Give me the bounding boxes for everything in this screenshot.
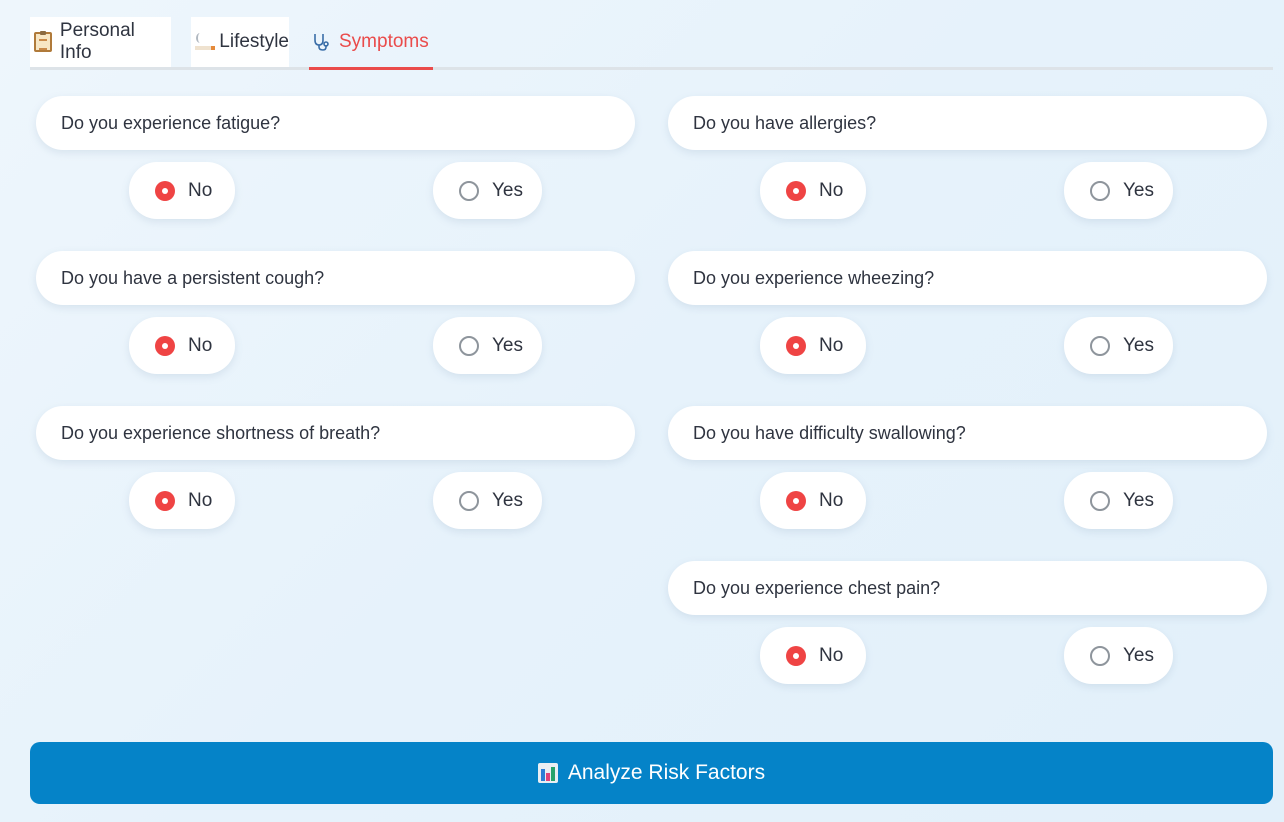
option-label: No xyxy=(819,644,844,666)
option-label: No xyxy=(188,179,213,201)
tab-label: Lifestyle xyxy=(219,31,289,52)
question-text: Do you have a persistent cough? xyxy=(61,267,325,288)
cigarette-icon xyxy=(194,32,216,52)
radio-checked-icon[interactable] xyxy=(155,180,175,201)
allergies-no-option[interactable]: No xyxy=(760,162,866,219)
swallowing-yes-option[interactable]: Yes xyxy=(1064,472,1173,529)
option-label: Yes xyxy=(1123,489,1154,511)
bar-chart-icon xyxy=(537,763,558,783)
cough-yes-option[interactable]: Yes xyxy=(433,317,542,374)
wheezing-no-option[interactable]: No xyxy=(760,317,866,374)
tab-bar: Personal Info Lifestyle Symptoms xyxy=(30,17,1273,70)
radio-checked-icon[interactable] xyxy=(786,335,806,356)
wheezing-yes-option[interactable]: Yes xyxy=(1064,317,1173,374)
tab-label: Symptoms xyxy=(339,31,429,52)
question-allergies: Do you have allergies? xyxy=(668,96,1267,150)
radio-checked-icon[interactable] xyxy=(155,335,175,356)
analyze-risk-factors-button[interactable]: Analyze Risk Factors xyxy=(30,742,1273,804)
swallowing-no-option[interactable]: No xyxy=(760,472,866,529)
radio-checked-icon[interactable] xyxy=(786,645,806,666)
radio-unchecked-icon[interactable] xyxy=(1090,645,1110,666)
option-label: Yes xyxy=(492,179,523,201)
question-text: Do you experience shortness of breath? xyxy=(61,422,381,443)
option-label: No xyxy=(188,334,213,356)
cough-no-option[interactable]: No xyxy=(129,317,235,374)
analyze-button-label: Analyze Risk Factors xyxy=(567,761,766,784)
option-label: Yes xyxy=(1123,334,1154,356)
fatigue-no-option[interactable]: No xyxy=(129,162,235,219)
tab-label: Personal Info xyxy=(59,20,135,63)
radio-checked-icon[interactable] xyxy=(155,490,175,511)
option-label: No xyxy=(188,489,213,511)
radio-unchecked-icon[interactable] xyxy=(459,335,479,356)
radio-unchecked-icon[interactable] xyxy=(459,180,479,201)
question-text: Do you have allergies? xyxy=(693,112,877,133)
tab-lifestyle[interactable]: Lifestyle xyxy=(191,17,289,67)
option-label: No xyxy=(819,489,844,511)
question-fatigue: Do you experience fatigue? xyxy=(36,96,635,150)
radio-unchecked-icon[interactable] xyxy=(1090,335,1110,356)
tab-personal-info[interactable]: Personal Info xyxy=(30,17,171,67)
question-chest-pain: Do you experience chest pain? xyxy=(668,561,1267,615)
option-label: Yes xyxy=(1123,179,1154,201)
question-text: Do you experience chest pain? xyxy=(693,577,941,598)
radio-unchecked-icon[interactable] xyxy=(1090,490,1110,511)
allergies-yes-option[interactable]: Yes xyxy=(1064,162,1173,219)
clipboard-icon xyxy=(34,31,52,52)
chest-pain-no-option[interactable]: No xyxy=(760,627,866,684)
radio-checked-icon[interactable] xyxy=(786,490,806,511)
question-shortness-of-breath: Do you experience shortness of breath? xyxy=(36,406,635,460)
question-text: Do you experience fatigue? xyxy=(61,112,281,133)
question-text: Do you experience wheezing? xyxy=(693,267,935,288)
option-label: Yes xyxy=(492,489,523,511)
option-label: No xyxy=(819,179,844,201)
radio-unchecked-icon[interactable] xyxy=(1090,180,1110,201)
question-swallowing: Do you have difficulty swallowing? xyxy=(668,406,1267,460)
question-text: Do you have difficulty swallowing? xyxy=(693,422,966,443)
option-label: Yes xyxy=(1123,644,1154,666)
question-wheezing: Do you experience wheezing? xyxy=(668,251,1267,305)
option-label: Yes xyxy=(492,334,523,356)
question-cough: Do you have a persistent cough? xyxy=(36,251,635,305)
option-label: No xyxy=(819,334,844,356)
tab-symptoms[interactable]: Symptoms xyxy=(309,17,433,70)
stethoscope-icon xyxy=(314,34,329,51)
radio-checked-icon[interactable] xyxy=(786,180,806,201)
radio-unchecked-icon[interactable] xyxy=(459,490,479,511)
breath-no-option[interactable]: No xyxy=(129,472,235,529)
fatigue-yes-option[interactable]: Yes xyxy=(433,162,542,219)
breath-yes-option[interactable]: Yes xyxy=(433,472,542,529)
chest-pain-yes-option[interactable]: Yes xyxy=(1064,627,1173,684)
